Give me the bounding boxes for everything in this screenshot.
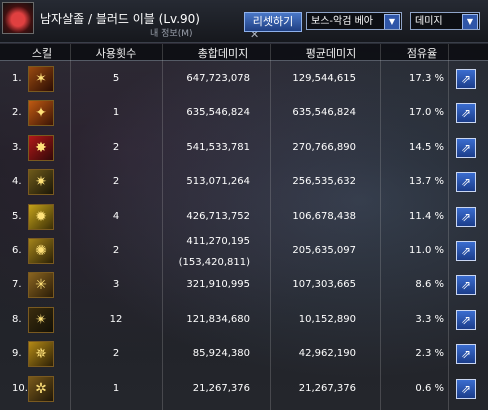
detail-icon[interactable]: ⇗ <box>456 310 476 330</box>
damage-type-select[interactable]: 데미지 ▼ <box>410 12 480 30</box>
table-row: 8. ✴ 12 121,834,680 10,152,890 3.3 % ⇗ <box>0 305 488 337</box>
skill-3-icon[interactable]: ✸ <box>28 135 54 161</box>
table-row: 1. ✶ 5 647,723,078 129,544,615 17.3 % ⇗ <box>0 64 488 96</box>
damage-share: 3.3 % <box>415 314 444 325</box>
character-title: 남자살졸 / 블러드 이블 (Lv.90) <box>40 12 200 26</box>
use-count: 2 <box>112 245 120 256</box>
total-damage: 541,533,781 <box>186 142 250 153</box>
damage-share: 11.0 % <box>409 245 444 256</box>
header-share: 점유율 <box>406 47 438 60</box>
total-damage: 513,071,264 <box>186 176 250 187</box>
average-damage: 10,152,890 <box>298 314 356 325</box>
use-count: 1 <box>112 383 120 394</box>
use-count: 2 <box>112 348 120 359</box>
skill-8-icon[interactable]: ✴ <box>28 307 54 333</box>
boss-select[interactable]: 보스-악검 베아 ▼ <box>306 12 402 30</box>
damage-share: 13.7 % <box>409 176 444 187</box>
detail-icon[interactable]: ⇗ <box>456 241 476 261</box>
row-rank: 9. <box>12 348 22 359</box>
table-row: 3. ✸ 2 541,533,781 270,766,890 14.5 % ⇗ <box>0 133 488 165</box>
row-rank: 3. <box>12 142 22 153</box>
table-row: 2. ✦ 1 635,546,824 635,546,824 17.0 % ⇗ <box>0 98 488 130</box>
damage-share: 11.4 % <box>409 211 444 222</box>
boss-select-value: 보스-악검 베아 <box>311 16 373 27</box>
damage-share: 0.6 % <box>415 383 444 394</box>
header-average: 평균데미지 <box>305 47 357 60</box>
total-damage: 426,713,752 <box>186 211 250 222</box>
detail-icon[interactable]: ⇗ <box>456 275 476 295</box>
skill-5-icon[interactable]: ✹ <box>28 204 54 230</box>
row-rank: 5. <box>12 211 22 222</box>
average-damage: 635,546,824 <box>292 107 356 118</box>
window-subtitle: 내 정보(M) <box>150 29 193 39</box>
row-rank: 7. <box>12 279 22 290</box>
skill-9-icon[interactable]: ✵ <box>28 341 54 367</box>
header-total: 총합데미지 <box>197 47 249 60</box>
table-row: 10. ✲ 1 21,267,376 21,267,376 0.6 % ⇗ <box>0 374 488 406</box>
title-bar: 남자살졸 / 블러드 이블 (Lv.90) 내 정보(M) ✕ 리셋하기 보스-… <box>0 0 488 43</box>
row-rank: 8. <box>12 314 22 325</box>
average-damage: 107,303,665 <box>292 279 356 290</box>
total-damage-sub: (153,420,811) <box>178 257 250 268</box>
table-row: 7. ✳ 3 321,910,995 107,303,665 8.6 % ⇗ <box>0 270 488 302</box>
detail-icon[interactable]: ⇗ <box>456 172 476 192</box>
use-count: 1 <box>112 107 120 118</box>
row-rank: 4. <box>12 176 22 187</box>
average-damage: 106,678,438 <box>292 211 356 222</box>
skill-1-icon[interactable]: ✶ <box>28 66 54 92</box>
average-damage: 21,267,376 <box>298 383 356 394</box>
damage-share: 8.6 % <box>415 279 444 290</box>
table-row: 4. ✷ 2 513,071,264 256,535,632 13.7 % ⇗ <box>0 167 488 199</box>
total-damage: 21,267,376 <box>192 383 250 394</box>
header-count: 사용횟수 <box>95 47 137 60</box>
total-damage: 411,270,195 <box>186 236 250 247</box>
skill-7-icon[interactable]: ✳ <box>28 272 54 298</box>
reset-button[interactable]: 리셋하기 <box>244 12 302 32</box>
total-damage: 321,910,995 <box>186 279 250 290</box>
total-damage: 85,924,380 <box>192 348 250 359</box>
use-count: 3 <box>112 279 120 290</box>
detail-icon[interactable]: ⇗ <box>456 207 476 227</box>
table-row: 6. ✺ 2 411,270,195 (153,420,811) 205,635,097 1… <box>0 236 488 268</box>
detail-icon[interactable]: ⇗ <box>456 379 476 399</box>
damage-share: 17.3 % <box>409 73 444 84</box>
avatar <box>2 2 34 34</box>
use-count: 2 <box>112 176 120 187</box>
detail-icon[interactable]: ⇗ <box>456 69 476 89</box>
total-damage: 121,834,680 <box>186 314 250 325</box>
detail-icon[interactable]: ⇗ <box>456 344 476 364</box>
skill-2-icon[interactable]: ✦ <box>28 100 54 126</box>
damage-type-value: 데미지 <box>415 16 443 27</box>
row-rank: 1. <box>12 73 22 84</box>
table-row: 5. ✹ 4 426,713,752 106,678,438 11.4 % ⇗ <box>0 202 488 234</box>
header-skill: 스킬 <box>31 47 53 60</box>
use-count: 4 <box>112 211 120 222</box>
damage-share: 2.3 % <box>415 348 444 359</box>
average-damage: 205,635,097 <box>292 245 356 256</box>
skill-10-icon[interactable]: ✲ <box>28 376 54 402</box>
detail-icon[interactable]: ⇗ <box>456 103 476 123</box>
damage-share: 14.5 % <box>409 142 444 153</box>
average-damage: 256,535,632 <box>292 176 356 187</box>
average-damage: 129,544,615 <box>292 73 356 84</box>
total-damage: 635,546,824 <box>186 107 250 118</box>
total-damage: 647,723,078 <box>186 73 250 84</box>
average-damage: 42,962,190 <box>298 348 356 359</box>
table-header: 스킬 사용횟수 총합데미지 평균데미지 점유율 <box>0 44 488 61</box>
detail-icon[interactable]: ⇗ <box>456 138 476 158</box>
skill-4-icon[interactable]: ✷ <box>28 169 54 195</box>
average-damage: 270,766,890 <box>292 142 356 153</box>
table-row: 9. ✵ 2 85,924,380 42,962,190 2.3 % ⇗ <box>0 339 488 371</box>
skill-6-icon[interactable]: ✺ <box>28 238 54 264</box>
chevron-down-icon[interactable]: ▼ <box>462 14 478 29</box>
use-count: 5 <box>112 73 120 84</box>
use-count: 2 <box>112 142 120 153</box>
chevron-down-icon[interactable]: ▼ <box>384 14 400 29</box>
damage-share: 17.0 % <box>409 107 444 118</box>
row-rank: 10. <box>12 383 28 394</box>
row-rank: 2. <box>12 107 22 118</box>
use-count: 12 <box>109 314 123 325</box>
row-rank: 6. <box>12 245 22 256</box>
